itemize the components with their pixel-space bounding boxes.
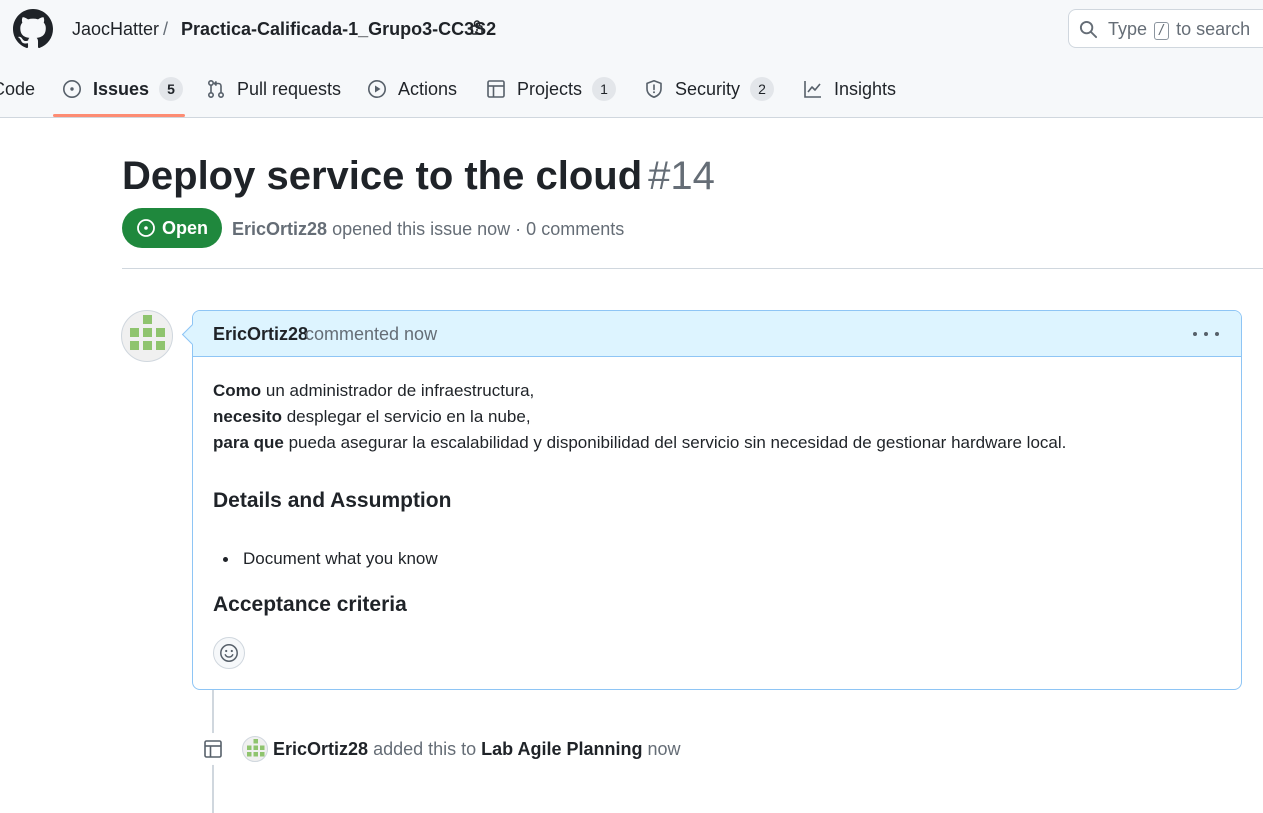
search-shortcut-key: / — [1154, 22, 1170, 40]
selected-tab-indicator — [53, 114, 185, 117]
list-item: Document what you know — [223, 547, 438, 571]
timeline-actor-link[interactable]: EricOrtiz28 — [273, 739, 368, 759]
list-item-text: Document what you know — [243, 549, 438, 568]
table-icon — [204, 740, 222, 758]
tab-issues-label: Issues — [93, 78, 150, 99]
issue-author-link[interactable]: EricOrtiz28 — [232, 219, 327, 239]
story-line-2: necesito desplegar el servicio en la nub… — [213, 405, 531, 429]
comment-timestamp: commented now — [305, 324, 438, 344]
tab-actions[interactable]: Actions — [367, 74, 457, 104]
issue-title: Deploy service to the cloud #14 — [122, 152, 715, 200]
graph-icon — [804, 81, 821, 98]
shield-icon — [646, 80, 662, 98]
tab-security[interactable]: Security 2 — [644, 74, 775, 104]
issue-meta: EricOrtiz28 opened this issue now · 0 co… — [232, 217, 624, 241]
breadcrumb-owner[interactable]: JaocHatter — [72, 17, 159, 41]
repo-header: JaocHatter / Practica-Calificada-1_Grupo… — [0, 0, 1263, 118]
git-pull-request-icon — [207, 79, 225, 99]
issue-number: #14 — [648, 154, 715, 198]
story-line-1: Como un administrador de infraestructura… — [213, 379, 534, 403]
kebab-horizontal-icon[interactable] — [1193, 323, 1219, 345]
github-logo-icon[interactable] — [13, 9, 53, 49]
lock-icon — [471, 20, 483, 35]
table-icon — [487, 80, 505, 98]
story-bold: para que — [213, 433, 284, 452]
tab-issues[interactable]: Issues 5 — [62, 74, 184, 104]
search-input[interactable]: Type / to search — [1068, 9, 1263, 48]
tab-actions-label: Actions — [398, 78, 458, 99]
projects-count-badge: 1 — [592, 77, 617, 101]
breadcrumb-separator: / — [163, 19, 169, 39]
issue-comment: EricOrtiz28 commented now Como un admini… — [192, 310, 1242, 690]
timeline-event-icon — [197, 733, 229, 765]
comment-author-link[interactable]: EricOrtiz28 — [213, 323, 308, 345]
search-icon — [1079, 20, 1098, 39]
tab-projects-label: Projects — [517, 78, 583, 99]
security-count-badge: 2 — [750, 77, 775, 101]
avatar[interactable] — [242, 736, 268, 762]
issues-count-badge: 5 — [159, 77, 184, 101]
tab-insights-label: Insights — [834, 78, 897, 99]
story-line-3: para que pueda asegurar la escalabilidad… — [213, 431, 1066, 455]
issue-state-badge: Open — [122, 208, 222, 248]
search-suffix: to search — [1176, 19, 1251, 39]
timeline-action: added this to — [373, 739, 477, 759]
tab-security-label: Security — [675, 78, 741, 99]
timeline-project-link[interactable]: Lab Agile Planning — [481, 739, 642, 759]
comment-header: EricOrtiz28 commented now — [193, 311, 1241, 357]
story-text: pueda asegurar la escalabilidad y dispon… — [288, 433, 1067, 452]
issue-meta-text: opened this issue now · 0 comments — [332, 219, 625, 239]
story-bold: Como — [213, 381, 262, 400]
tab-code[interactable]: Code — [0, 74, 35, 104]
issue-state-label: Open — [161, 217, 208, 238]
header-divider — [122, 268, 1263, 269]
story-bold: necesito — [213, 407, 282, 426]
story-text: desplegar el servicio en la nube, — [286, 407, 531, 426]
search-placeholder: Type / to search — [1108, 18, 1250, 40]
tab-projects[interactable]: Projects 1 — [486, 74, 617, 104]
timeline-time: now — [647, 739, 681, 759]
timeline-event-text: EricOrtiz28 added this to Lab Agile Plan… — [273, 737, 681, 761]
breadcrumb-repo[interactable]: Practica-Calificada-1_Grupo3-CC3S2 — [181, 17, 496, 41]
tab-pull-requests-label: Pull requests — [237, 78, 342, 99]
play-icon — [368, 80, 386, 98]
details-heading: Details and Assumption — [213, 489, 452, 512]
identicon-avatar-icon — [247, 739, 265, 757]
story-text: un administrador de infraestructura, — [265, 381, 535, 400]
search-prefix: Type — [1108, 19, 1148, 39]
issue-title-text: Deploy service to the cloud — [122, 154, 643, 198]
identicon-avatar-icon — [130, 315, 165, 350]
acceptance-heading: Acceptance criteria — [213, 593, 407, 616]
add-reaction-button[interactable] — [213, 637, 245, 669]
tab-pull-requests[interactable]: Pull requests — [206, 74, 341, 104]
issue-opened-icon — [63, 80, 81, 98]
tab-insights[interactable]: Insights — [803, 74, 896, 104]
avatar[interactable] — [121, 310, 173, 362]
smiley-icon — [220, 644, 238, 662]
issue-opened-icon — [137, 219, 155, 237]
tab-code-label: Code — [0, 78, 36, 99]
